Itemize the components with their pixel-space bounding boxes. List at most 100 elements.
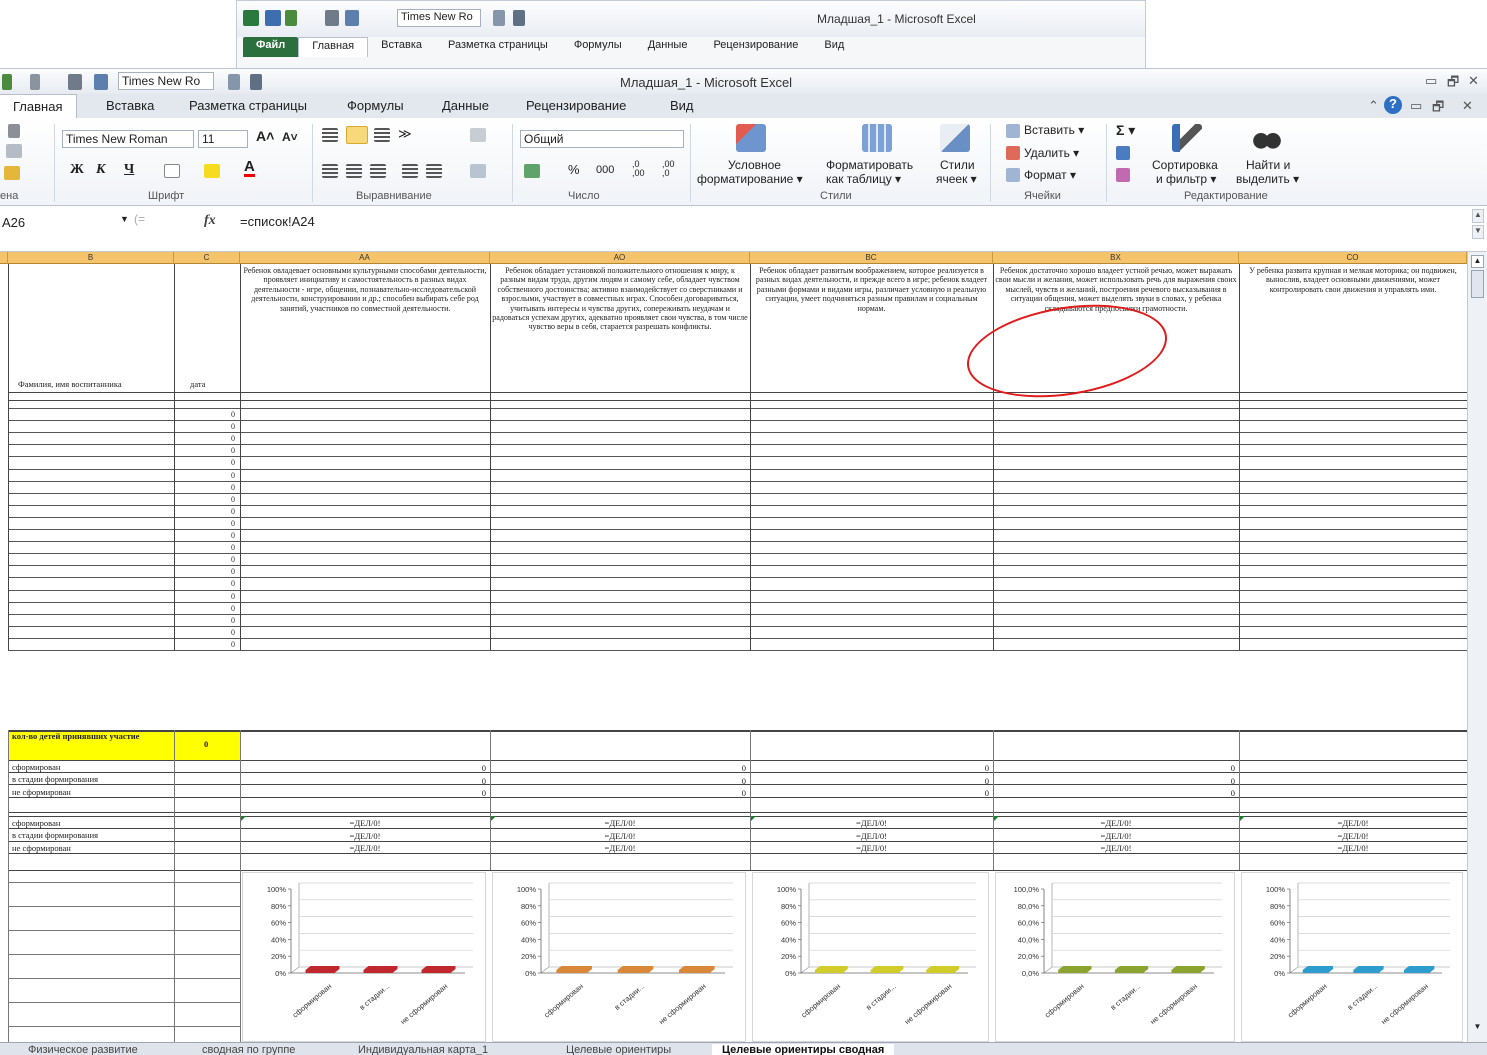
bg-tab-home[interactable]: Главная	[298, 37, 369, 57]
scroll-thumb[interactable]	[1471, 270, 1484, 298]
formula-scroll-down-icon[interactable]: ▼	[1472, 225, 1484, 239]
delete-cells-button[interactable]: Удалить ▾	[1024, 146, 1079, 160]
bar-0[interactable]	[556, 966, 592, 973]
align-top-icon[interactable]	[322, 128, 338, 142]
sheet-tab-group-summary[interactable]: сводная по группе	[202, 1044, 295, 1055]
print-preview-icon[interactable]	[94, 74, 108, 90]
decrease-decimal-icon[interactable]: ,00,0	[662, 160, 675, 178]
borders-icon[interactable]	[164, 164, 180, 178]
align-bottom-icon[interactable]	[374, 128, 390, 142]
autosum-button[interactable]: Σ ▾	[1116, 122, 1135, 139]
format-as-table-label-1[interactable]: Форматировать	[826, 158, 913, 172]
sort-icon[interactable]	[513, 10, 525, 26]
sheet-tab-targets[interactable]: Целевые ориентиры	[566, 1044, 671, 1055]
col-header-bc[interactable]: BC	[750, 252, 993, 264]
bar-chart-svg[interactable]: 100%80%60%40%20%0%сформирован в стадии...…	[493, 873, 747, 1041]
undo-icon[interactable]	[2, 74, 12, 90]
font-size-select[interactable]: 11	[198, 130, 248, 148]
bar-2[interactable]	[926, 966, 960, 973]
bar-0[interactable]	[814, 966, 848, 973]
bg-tab-view[interactable]: Вид	[811, 37, 857, 57]
shrink-font-icon[interactable]: A˅	[282, 130, 298, 144]
bg-font-box[interactable]: Times New Ro	[397, 9, 481, 27]
find-select-label-2[interactable]: выделить ▾	[1236, 172, 1299, 186]
find-select-icon[interactable]	[1252, 124, 1282, 152]
print-icon[interactable]	[68, 74, 82, 90]
bg-tab-file[interactable]: Файл	[243, 37, 299, 57]
bold-button[interactable]: Ж	[70, 162, 84, 178]
bar-2[interactable]	[1404, 966, 1435, 973]
col-header-co[interactable]: CO	[1239, 252, 1467, 264]
conditional-format-label-1[interactable]: Условное	[728, 158, 781, 172]
sheet-tab-physical[interactable]: Физическое развитие	[28, 1044, 138, 1055]
comma-style-button[interactable]: 000	[596, 164, 614, 176]
tab-data[interactable]: Данные	[442, 98, 489, 113]
find-select-label-1[interactable]: Найти и	[1246, 158, 1290, 172]
bar-2[interactable]	[679, 966, 715, 973]
bar-chart-svg[interactable]: 100%80%60%40%20%0%сформирован в стадии...…	[753, 873, 990, 1041]
sort-filter-label-1[interactable]: Сортировка	[1152, 158, 1218, 172]
minimize-icon[interactable]: ▭	[1425, 73, 1437, 89]
tab-formulas[interactable]: Формулы	[347, 98, 404, 113]
align-middle-icon[interactable]	[346, 126, 368, 144]
font-color-icon[interactable]: A	[244, 159, 255, 177]
bg-tab-layout[interactable]: Разметка страницы	[435, 37, 561, 57]
doc-restore-icon[interactable]: 🗗	[1432, 98, 1444, 120]
tab-insert[interactable]: Вставка	[106, 98, 154, 113]
col-header-b[interactable]: B	[8, 252, 174, 264]
bg-tab-formulas[interactable]: Формулы	[561, 37, 635, 57]
align-left-icon[interactable]	[322, 164, 338, 178]
preview-icon[interactable]	[345, 10, 359, 26]
save-icon[interactable]	[265, 10, 281, 26]
format-painter-icon[interactable]	[4, 166, 20, 180]
tab-page-layout[interactable]: Разметка страницы	[189, 98, 307, 113]
sheet-tab-individual-card[interactable]: Индивидуальная карта_1	[358, 1044, 488, 1055]
insert-cells-button[interactable]: Вставить ▾	[1024, 123, 1084, 137]
increase-indent-icon[interactable]	[426, 164, 442, 178]
formula-scroll-up-icon[interactable]: ▲	[1472, 209, 1484, 223]
sort-filter-label-2[interactable]: и фильтр ▾	[1156, 172, 1216, 186]
sort-asc-icon[interactable]	[250, 74, 262, 90]
grow-font-icon[interactable]: A˄	[256, 128, 274, 144]
currency-icon[interactable]	[524, 164, 540, 178]
italic-button[interactable]: К	[96, 162, 106, 178]
col-header-bx[interactable]: BX	[993, 252, 1239, 264]
tab-view[interactable]: Вид	[670, 98, 694, 113]
bar-0[interactable]	[1058, 966, 1092, 973]
bar-1[interactable]	[617, 966, 654, 973]
name-box-dropdown-icon[interactable]: ▼	[120, 214, 129, 224]
bg-tab-insert[interactable]: Вставка	[368, 37, 435, 57]
cut-icon[interactable]	[8, 124, 20, 138]
cancel-formula-icon[interactable]: (=	[134, 212, 145, 226]
scroll-up-icon[interactable]: ▲	[1471, 255, 1484, 268]
vertical-scrollbar[interactable]: ▲ ▼	[1467, 252, 1487, 1042]
tab-review[interactable]: Рецензирование	[526, 98, 626, 113]
worksheet-grid[interactable]: B C AA AO BC BX CO Ребенок овладевает ос…	[0, 252, 1467, 1042]
bar-0[interactable]	[305, 966, 340, 973]
bar-2[interactable]	[421, 966, 456, 973]
sheet-tab-targets-summary[interactable]: Целевые ориентиры сводная	[712, 1044, 895, 1055]
insert-cells-icon[interactable]	[1006, 124, 1020, 138]
align-right-icon[interactable]	[370, 164, 386, 178]
undo-icon[interactable]	[285, 10, 297, 26]
orientation-icon[interactable]: ≫	[398, 126, 412, 142]
delete-cells-icon[interactable]	[1006, 146, 1020, 160]
new-icon[interactable]	[493, 10, 505, 26]
corner-header[interactable]	[0, 252, 8, 264]
doc-minimize-icon[interactable]: ▭	[1410, 98, 1422, 114]
close-icon[interactable]: ✕	[1468, 73, 1479, 89]
merge-center-icon[interactable]	[470, 164, 486, 178]
decrease-indent-icon[interactable]	[402, 164, 418, 178]
bg-tab-review[interactable]: Рецензирование	[700, 37, 811, 57]
increase-decimal-icon[interactable]: ,0,00	[632, 160, 645, 178]
font-name-select[interactable]: Times New Roman	[62, 130, 194, 148]
print-icon[interactable]	[325, 10, 339, 26]
conditional-format-icon[interactable]	[736, 124, 766, 152]
bg-tab-data[interactable]: Данные	[635, 37, 701, 57]
bar-1[interactable]	[870, 966, 904, 973]
underline-button[interactable]: Ч	[124, 162, 134, 178]
format-cells-icon[interactable]	[1006, 168, 1020, 182]
cell-styles-label-1[interactable]: Стили	[940, 158, 975, 172]
help-icon[interactable]: ?	[1384, 96, 1402, 114]
bar-0[interactable]	[1302, 966, 1333, 973]
